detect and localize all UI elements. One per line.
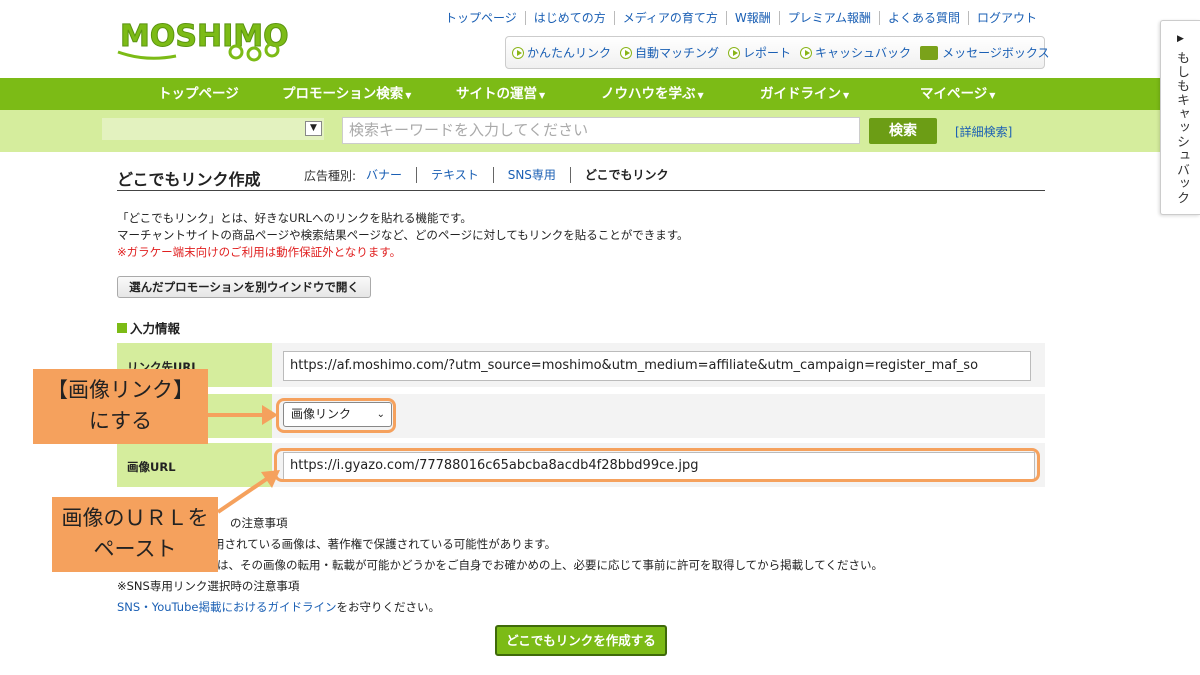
tab-sns[interactable]: SNS専用: [492, 167, 570, 183]
chevron-down-icon: ▼: [305, 121, 322, 136]
annotation-callout-image-link: 【画像リンク】 にする: [33, 369, 208, 444]
tab-banner[interactable]: バナー: [366, 167, 416, 183]
nav-guideline[interactable]: ガイドライン ▼: [760, 78, 849, 112]
toplink-logout[interactable]: ログアウト: [967, 11, 1045, 25]
nav-promotion-search[interactable]: プロモーション検索 ▼: [282, 78, 411, 112]
toplink-premium[interactable]: プレミアム報酬: [778, 11, 879, 25]
nav-top[interactable]: トップページ: [158, 78, 239, 110]
ad-type-label: 広告種別:: [304, 168, 357, 183]
annotation-ring-image-url: [274, 448, 1040, 482]
open-promotion-button[interactable]: 選んだプロモーションを別ウインドウで開く: [117, 276, 371, 298]
nav-mypage[interactable]: マイページ ▼: [920, 78, 995, 112]
section-heading: 入力情報: [117, 318, 180, 337]
sns-guideline-link[interactable]: SNS・YouTube掲載におけるガイドライン: [117, 600, 336, 614]
top-links: トップページ はじめての方 メディアの育て方 W報酬 プレミアム報酬 よくある質…: [437, 11, 1045, 25]
toplink-media[interactable]: メディアの育て方: [613, 11, 726, 25]
annotation-callout-paste-url: 画像のＵＲＬを ペースト: [52, 497, 218, 572]
notes: の注意事項 用されている画像は、著作権で保護されている可能性があります。 は、そ…: [117, 513, 883, 618]
title-divider: [117, 190, 1045, 191]
annotation-ring-select: [276, 398, 396, 433]
quick-auto-matching[interactable]: 自動マッチング: [620, 44, 719, 61]
desc-line-1: 「どこでもリンク」とは、好きなURLへのリンクを貼れる機能です。: [117, 211, 472, 225]
nav-site-operation[interactable]: サイトの運営 ▼: [456, 78, 545, 112]
page-title: どこでもリンク作成: [117, 170, 261, 189]
search-input[interactable]: 検索キーワードを入力してください: [342, 117, 860, 144]
desc-warning: ※ガラケー端末向けのご利用は動作保証外となります。: [117, 245, 402, 259]
search-category-select[interactable]: ▼: [102, 118, 324, 140]
play-icon: [728, 46, 741, 59]
ad-type-tabs: 広告種別: バナー テキスト SNS専用 どこでもリンク: [304, 167, 683, 183]
search-bar: ▼ 検索キーワードを入力してください 検索 [詳細検索]: [0, 110, 1200, 152]
moshimo-logo[interactable]: MOSHIMO: [116, 12, 288, 68]
caret-down-icon: ▼: [405, 91, 412, 100]
note-sns-heading: ※SNS専用リンク選択時の注意事項: [117, 579, 300, 593]
caret-down-icon: ▼: [989, 91, 996, 100]
nav-knowhow[interactable]: ノウハウを学ぶ ▼: [601, 78, 704, 112]
link-url-input[interactable]: https://af.moshimo.com/?utm_source=moshi…: [283, 351, 1031, 381]
caret-down-icon: ▼: [843, 91, 850, 100]
quick-cashback[interactable]: キャッシュバック: [800, 44, 911, 61]
quick-easy-link[interactable]: かんたんリンク: [512, 44, 611, 61]
tab-anywhere-link[interactable]: どこでもリンク: [569, 167, 683, 183]
note-permission: は、その画像の転用・転載が可能かどうかをご自身でお確かめの上、必要に応じて事前に…: [217, 558, 883, 572]
caret-down-icon: ▼: [697, 91, 704, 100]
message-icon: [920, 45, 939, 60]
tab-text[interactable]: テキスト: [416, 167, 493, 183]
search-button[interactable]: 検索: [869, 118, 937, 144]
main-nav: トップページ プロモーション検索 ▼ サイトの運営 ▼ ノウハウを学ぶ ▼ ガイドライ…: [0, 78, 1200, 110]
play-icon: [620, 46, 633, 59]
note-copyright: 用されている画像は、著作権で保護されている可能性があります。: [213, 537, 557, 551]
triangle-right-icon: ▶: [1177, 34, 1184, 44]
toplink-faq[interactable]: よくある質問: [878, 11, 968, 25]
create-link-button[interactable]: どこでもリンクを作成する: [495, 625, 667, 656]
caret-down-icon: ▼: [539, 91, 546, 100]
desc-line-2: マーチャントサイトの商品ページや検索結果ページなど、どのページに対してもリンクを…: [117, 228, 689, 242]
toplink-w-reward[interactable]: W報酬: [725, 11, 779, 25]
toplink-beginner[interactable]: はじめての方: [524, 11, 614, 25]
quick-links: かんたんリンク 自動マッチング レポート キャッシュバック メッセージボックス: [505, 36, 1049, 69]
description: 「どこでもリンク」とは、好きなURLへのリンクを貼れる機能です。 マーチャントサ…: [117, 210, 689, 261]
square-bullet-icon: [117, 322, 127, 333]
toplink-top[interactable]: トップページ: [437, 11, 525, 25]
form-row-link-url: リンク先URL https://af.moshimo.com/?utm_sour…: [117, 343, 1045, 387]
image-url-label: 画像URL: [117, 443, 272, 487]
quick-report[interactable]: レポート: [728, 44, 791, 61]
detail-search-link[interactable]: [詳細検索]: [955, 123, 1012, 140]
note-image-heading: の注意事項: [230, 516, 288, 530]
cashback-side-tab[interactable]: ▶ もしもキャッシュバック: [1160, 20, 1200, 215]
note-sns-guideline: SNS・YouTube掲載におけるガイドラインをお守りください。: [117, 600, 440, 614]
side-tab-label: もしもキャッシュバック: [1174, 51, 1189, 205]
quick-message-box[interactable]: メッセージボックス: [920, 44, 1049, 61]
logo-text: MOSHIMO: [120, 19, 288, 54]
form-row-link-type: 画像リンク ⌄: [117, 394, 1045, 438]
play-icon: [512, 46, 524, 59]
play-icon: [800, 46, 813, 59]
